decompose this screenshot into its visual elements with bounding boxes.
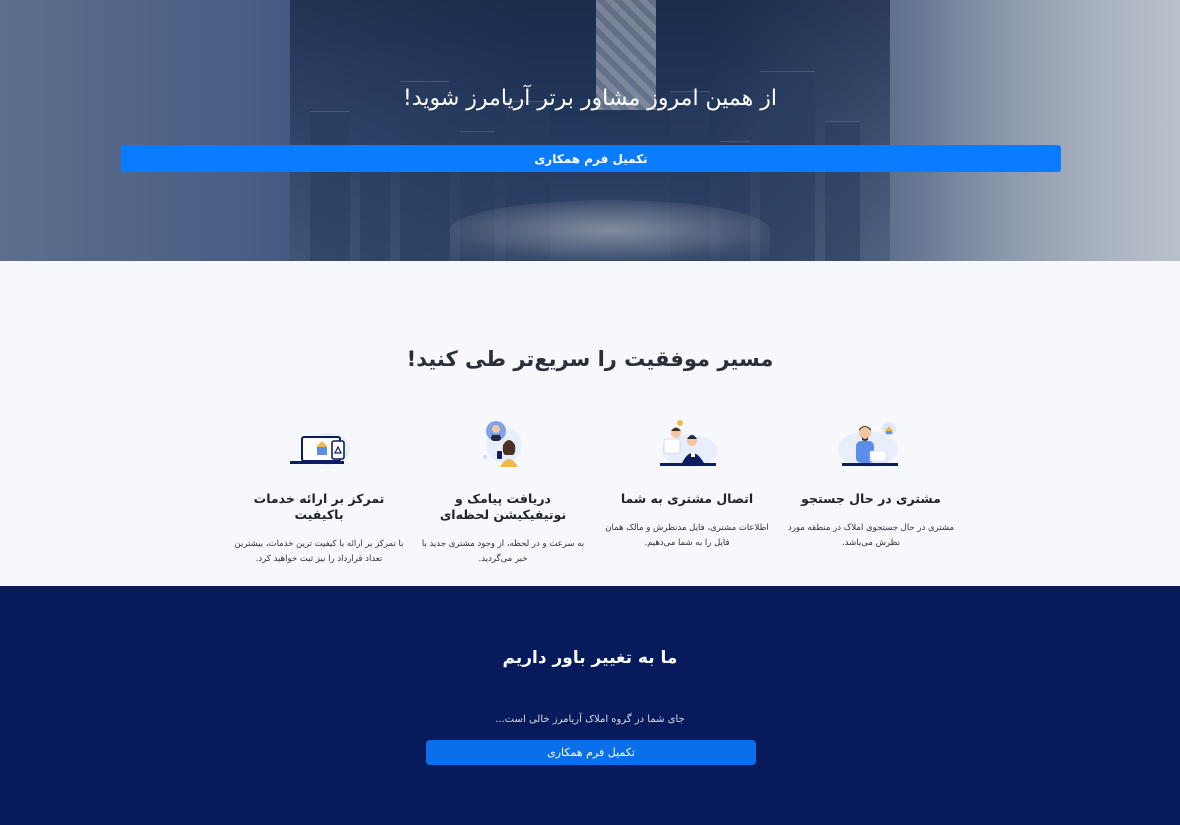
customer-searching-icon: [838, 422, 898, 467]
cta-section: ما به تغییر باور داریم جای شما در گروه ا…: [0, 586, 1180, 825]
feature-customer-searching: مشتری در حال جستجو مشتری در حال جستجوی ا…: [786, 411, 956, 551]
quality-service-icon: [290, 433, 350, 465]
feature-description: با تمرکز بر ارائه با کیفیت ترین خدمات، ب…: [234, 539, 404, 564]
features-title: مسیر موفقیت را سریع‌تر طی کنید!: [406, 347, 774, 371]
feature-description: به سرعت و در لحظه، از وجود مشتری جدید با…: [421, 539, 585, 564]
cta-title: ما به تغییر باور داریم: [502, 648, 678, 668]
feature-customer-connection: اتصال مشتری به شما اطلاعات مشتری، فایل م…: [602, 411, 772, 551]
feature-description: مشتری در حال جستجوی املاک در منطقه مورد …: [787, 523, 955, 548]
cta-cooperation-form-button[interactable]: تکمیل فرم همکاری: [426, 740, 756, 765]
hero-cooperation-form-button[interactable]: تکمیل فرم همکاری: [121, 145, 1061, 172]
hero-title: از همین امروز مشاور برتر آریامرز شوید!: [403, 86, 777, 111]
hero-banner: از همین امروز مشاور برتر آریامرز شوید! ت…: [0, 0, 1180, 261]
feature-title: مشتری در حال جستجو: [801, 491, 941, 506]
cta-subtitle: جای شما در گروه املاک آریامرز خالی است..…: [495, 714, 685, 725]
customer-connection-icon: [660, 420, 718, 467]
notification-icon: [483, 421, 522, 467]
feature-description: اطلاعات مشتری، فایل مدنظرش و مالک همان ف…: [605, 523, 769, 548]
feature-title: دریافت پیامک و نوتیفیکیشن لحظه‌ای: [439, 491, 567, 522]
feature-quality-service: تمرکز بر ارائه خدمات باکیفیت با تمرکز بر…: [234, 411, 404, 567]
feature-title: اتصال مشتری به شما: [620, 491, 754, 506]
features-section: مسیر موفقیت را سریع‌تر طی کنید! مشتری در…: [0, 261, 1180, 586]
feature-notification: دریافت پیامک و نوتیفیکیشن لحظه‌ای به سرع…: [418, 411, 588, 567]
feature-title: تمرکز بر ارائه خدمات باکیفیت: [253, 491, 385, 522]
